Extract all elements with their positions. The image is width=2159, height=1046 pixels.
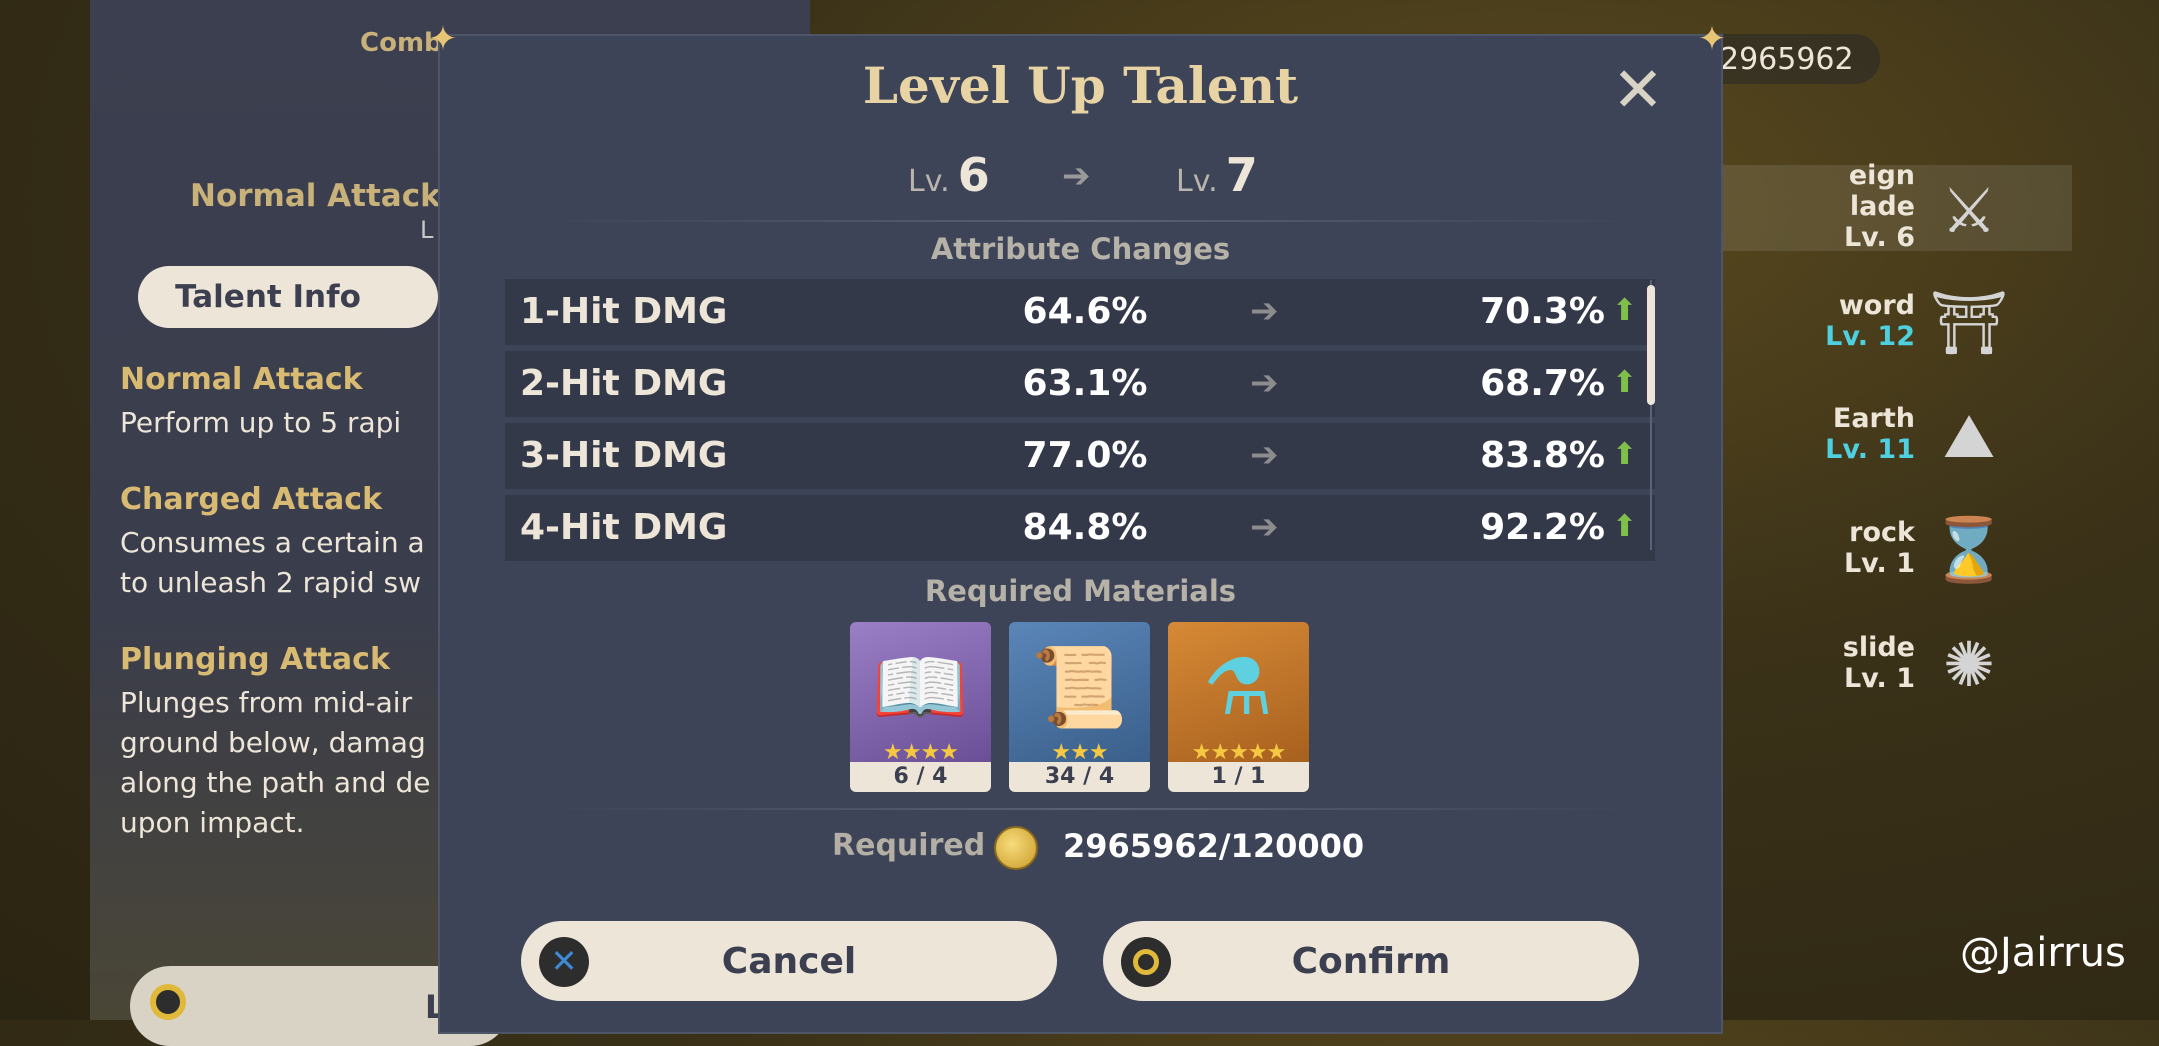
normal-attack-section: Normal Attack Perform up to 5 rapi: [120, 362, 440, 443]
tab-talent-info[interactable]: Talent Info: [138, 266, 438, 328]
material-scroll[interactable]: 📜 ★★★ 34 / 4: [1009, 622, 1150, 792]
material-count: 1 / 1: [1168, 762, 1309, 792]
attribute-current: 77.0%: [1022, 435, 1148, 476]
attribute-current: 64.6%: [1022, 291, 1148, 332]
talent-list-name: eign: [1848, 160, 1915, 191]
section-text: along the path and de: [120, 766, 431, 799]
talent-level: L: [420, 216, 434, 244]
up-arrow-icon: ⬆: [1612, 365, 1638, 400]
crown-flask-icon: ⚗: [1203, 643, 1273, 733]
talent-list-item[interactable]: slide Lv. 1 ✺: [1715, 628, 1995, 701]
talent-list-name: Earth: [1832, 403, 1915, 434]
talent-list-item[interactable]: Earth Lv. 11 ⛰: [1715, 399, 1995, 472]
material-crown-flask[interactable]: ⚗ ★★★★★ 1 / 1: [1168, 622, 1309, 792]
rock-icon: ⛰: [1942, 399, 1996, 472]
close-icon[interactable]: ✕: [1608, 59, 1668, 122]
talent-list-name: word: [1838, 290, 1915, 321]
attribute-current: 63.1%: [1022, 363, 1148, 404]
scroll-icon: 📜: [1030, 643, 1128, 733]
attribute-name: 3-Hit DMG: [520, 435, 728, 476]
attribute-current: 84.8%: [1022, 507, 1148, 548]
talent-list-level: Lv. 6: [1843, 222, 1915, 253]
attribute-next: 83.8%: [1480, 435, 1605, 476]
arrow-right-icon: ➔: [1250, 435, 1279, 475]
section-heading: Normal Attack: [120, 362, 363, 397]
attribute-name: 1-Hit DMG: [520, 291, 728, 332]
talent-list-level: Lv. 11: [1825, 434, 1915, 465]
mora-counter-value: 2965962: [1720, 41, 1854, 77]
hourglass-icon: ⌛: [1930, 513, 2008, 586]
mora-coin-icon: [994, 826, 1038, 870]
required-label: Required: [832, 828, 986, 863]
attribute-name: 2-Hit DMG: [520, 363, 728, 404]
up-arrow-icon: ⬆: [1612, 293, 1638, 328]
arrow-right-icon: ➔: [1250, 507, 1279, 547]
attribute-row: 2-Hit DMG 63.1% ➔ 68.7% ⬆: [505, 351, 1655, 417]
current-level: Lv. 6: [908, 148, 990, 202]
section-text: Plunges from mid-air: [120, 686, 413, 719]
arrow-right-icon: ➔: [1062, 156, 1091, 196]
cancel-button[interactable]: ✕ Cancel: [521, 921, 1057, 1001]
required-mora-value: 2965962/120000: [1063, 827, 1365, 865]
level-number: 7: [1225, 148, 1258, 202]
attribute-changes-title: Attribute Changes: [930, 232, 1231, 266]
up-arrow-icon: ⬆: [1612, 509, 1638, 544]
next-level: Lv. 7: [1176, 148, 1258, 202]
talent-list-item[interactable]: word Lv. 12 ⛩: [1715, 286, 2008, 359]
gate-icon: ⛩: [1929, 286, 2009, 359]
section-heading: Charged Attack: [120, 482, 383, 517]
divider: [540, 220, 1640, 222]
required-materials-title: Required Materials: [924, 574, 1237, 608]
confirm-button[interactable]: Confirm: [1103, 921, 1639, 1001]
talent-list-name: lade: [1849, 191, 1915, 222]
arrow-right-icon: ➔: [1250, 363, 1279, 403]
talent-book-icon: 📖: [871, 643, 969, 733]
talent-list-item[interactable]: eign lade Lv. 6 ⚔: [1715, 160, 1997, 253]
charged-attack-section: Charged Attack Consumes a certain a to u…: [120, 482, 440, 603]
talent-list-name: rock: [1849, 517, 1915, 548]
attribute-next: 68.7%: [1480, 363, 1605, 404]
material-count: 6 / 4: [850, 762, 991, 792]
attribute-next: 70.3%: [1480, 291, 1605, 332]
talent-list-level: Lv. 1: [1843, 663, 1915, 694]
confirm-ring-icon: [150, 984, 186, 1020]
up-arrow-icon: ⬆: [1612, 437, 1638, 472]
crossed-swords-icon: ⚔: [1941, 174, 1997, 247]
section-text: ground below, damag: [120, 726, 426, 759]
talent-list-item[interactable]: rock Lv. 1 ⌛: [1715, 513, 2008, 586]
section-heading: Plunging Attack: [120, 642, 390, 677]
corner-ornament-icon: ✦: [428, 19, 458, 59]
divider: [540, 808, 1640, 810]
level-prefix: Lv.: [1176, 164, 1218, 199]
level-prefix: Lv.: [908, 164, 950, 199]
watermark: @Jairrus: [1960, 930, 2126, 976]
sun-rune-icon: ✺: [1943, 628, 1995, 701]
talent-list-level: Lv. 12: [1825, 321, 1915, 352]
scrollbar-thumb[interactable]: [1647, 285, 1655, 405]
corner-ornament-icon: ✦: [1697, 19, 1727, 59]
arrow-right-icon: ➔: [1250, 291, 1279, 331]
plunging-attack-section: Plunging Attack Plunges from mid-air gro…: [120, 642, 440, 843]
talent-name: Normal Attack: I: [190, 178, 476, 214]
dialog-title: Level Up Talent: [862, 56, 1299, 115]
section-text: upon impact.: [120, 806, 305, 839]
attribute-next: 92.2%: [1480, 507, 1605, 548]
talent-list-name: slide: [1842, 632, 1915, 663]
attribute-name: 4-Hit DMG: [520, 507, 728, 548]
level-number: 6: [957, 148, 990, 202]
material-count: 34 / 4: [1009, 762, 1150, 792]
talent-list-level: Lv. 1: [1843, 548, 1915, 579]
cancel-label: Cancel: [721, 941, 857, 982]
section-text: Consumes a certain a: [120, 526, 425, 559]
section-text: to unleash 2 rapid sw: [120, 566, 421, 599]
attribute-row: 3-Hit DMG 77.0% ➔ 83.8% ⬆: [505, 423, 1655, 489]
attribute-row: 4-Hit DMG 84.8% ➔ 92.2% ⬆: [505, 495, 1655, 561]
section-text: Perform up to 5 rapi: [120, 406, 402, 439]
material-talent-book[interactable]: 📖 ★★★★ 6 / 4: [850, 622, 991, 792]
attribute-row: 1-Hit DMG 64.6% ➔ 70.3% ⬆: [505, 279, 1655, 345]
confirm-label: Confirm: [1291, 941, 1451, 982]
